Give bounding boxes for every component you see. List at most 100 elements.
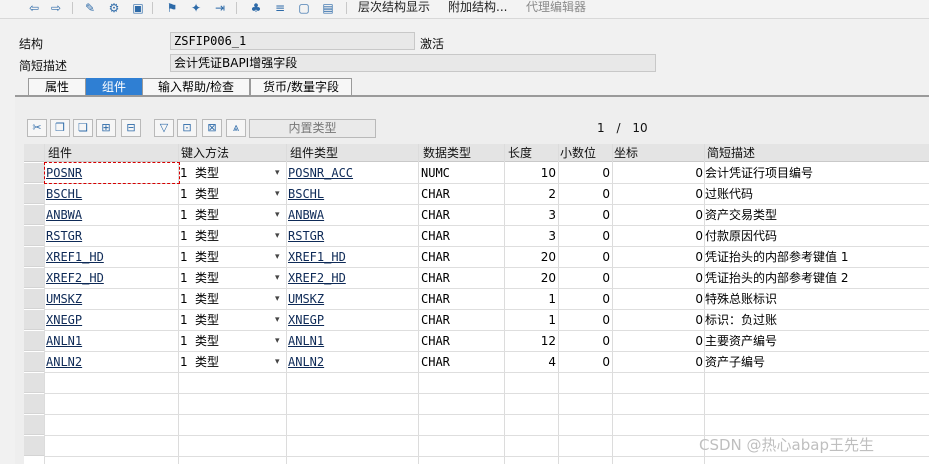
structure-name-field[interactable]: ZSFIP006_1 <box>170 32 415 50</box>
col-header-decimals[interactable]: 小数位 <box>560 144 596 162</box>
entry-method-cell[interactable]: 类型 <box>195 289 265 309</box>
doc-icon[interactable]: ▤ <box>320 1 336 15</box>
component-type-cell[interactable]: UMSKZ <box>288 289 416 309</box>
component-type-cell[interactable]: XREF2_HD <box>288 268 416 288</box>
row-selector[interactable] <box>24 331 44 351</box>
check-icon[interactable]: ⚑ <box>164 1 180 15</box>
component-name-cell[interactable]: XREF1_HD <box>46 247 176 267</box>
entry-method-cell[interactable]: 类型 <box>195 331 265 351</box>
col-header-component[interactable]: 组件 <box>48 144 72 162</box>
chevron-down-icon[interactable]: ▾ <box>275 268 280 288</box>
builtin-type-button[interactable]: 内置类型 <box>249 119 376 138</box>
short-desc-cell: 特殊总账标识 <box>705 292 778 306</box>
append-structure-button[interactable]: 附加结构... <box>448 0 507 16</box>
length-cell: 1 <box>548 292 556 306</box>
forward-arrow-icon[interactable]: ⇨ <box>48 1 64 15</box>
chevron-down-icon[interactable]: ▾ <box>275 331 280 351</box>
row-selector[interactable] <box>24 226 44 246</box>
first-page-icon[interactable]: ⊡ <box>177 119 197 137</box>
tab-components[interactable]: 组件 <box>86 78 142 95</box>
entry-method-cell[interactable]: 类型 <box>195 268 265 288</box>
chevron-down-icon[interactable]: ▾ <box>275 205 280 225</box>
component-name-cell[interactable]: ANLN2 <box>46 352 176 372</box>
chevron-down-icon[interactable]: ▾ <box>275 310 280 330</box>
component-name-cell[interactable]: RSTGR <box>46 226 176 246</box>
col-header-data-type[interactable]: 数据类型 <box>423 144 471 162</box>
entry-method-cell[interactable]: 类型 <box>195 163 265 183</box>
entry-method-cell[interactable]: 类型 <box>195 247 265 267</box>
chevron-down-icon[interactable]: ▾ <box>275 163 280 183</box>
component-type-cell[interactable]: ANBWA <box>288 205 416 225</box>
data-type-cell: NUMC <box>421 166 450 180</box>
length-cell: 3 <box>548 229 556 243</box>
filter-icon[interactable]: ▽ <box>154 119 174 137</box>
row-selector[interactable] <box>24 289 44 309</box>
chevron-down-icon[interactable]: ▾ <box>275 247 280 267</box>
component-type-cell[interactable]: ANLN2 <box>288 352 416 372</box>
copy-icon[interactable]: ❐ <box>50 119 70 137</box>
row-divider <box>44 372 929 373</box>
chevron-down-icon[interactable]: ▾ <box>275 352 280 372</box>
row-selector[interactable] <box>24 415 44 435</box>
hierarchy-icon[interactable]: ♣ <box>248 1 264 15</box>
row-selector[interactable] <box>24 394 44 414</box>
data-type-cell: CHAR <box>421 292 450 306</box>
up-icon[interactable]: ⩓ <box>226 119 246 137</box>
tab-currency-quantity[interactable]: 货币/数量字段 <box>250 78 352 95</box>
proxy-editor-button[interactable]: 代理编辑器 <box>526 0 586 16</box>
component-type-cell[interactable]: XNEGP <box>288 310 416 330</box>
component-type-cell[interactable]: POSNR_ACC <box>288 163 416 183</box>
row-selector[interactable] <box>24 373 44 393</box>
chevron-down-icon[interactable]: ▾ <box>275 289 280 309</box>
row-selector[interactable] <box>24 268 44 288</box>
col-header-component-type[interactable]: 组件类型 <box>290 144 338 162</box>
stack-icon[interactable]: ≡ <box>272 1 288 15</box>
back-arrow-icon[interactable]: ⇦ <box>26 1 42 15</box>
row-selector[interactable] <box>24 163 44 183</box>
chevron-down-icon[interactable]: ▾ <box>275 226 280 246</box>
col-header-length[interactable]: 长度 <box>508 144 532 162</box>
insert-row-icon[interactable]: ⊞ <box>96 119 116 137</box>
col-header-short-desc[interactable]: 简短描述 <box>707 144 755 162</box>
entry-method-cell[interactable]: 类型 <box>195 310 265 330</box>
short-desc-field[interactable]: 会计凭证BAPI增强字段 <box>170 54 656 72</box>
component-type-cell[interactable]: XREF1_HD <box>288 247 416 267</box>
other-object-icon[interactable]: ✎ <box>82 1 98 15</box>
entry-method-cell[interactable]: 类型 <box>195 184 265 204</box>
component-name-cell[interactable]: ANLN1 <box>46 331 176 351</box>
col-header-coordinate[interactable]: 坐标 <box>614 144 638 162</box>
entry-method-cell[interactable]: 类型 <box>195 352 265 372</box>
decimals-cell: 0 <box>602 250 610 264</box>
window-icon[interactable]: ▢ <box>296 1 312 15</box>
col-header-entry-method[interactable]: 键入方法 <box>181 144 229 162</box>
tab-attributes[interactable]: 属性 <box>28 78 86 95</box>
chevron-down-icon[interactable]: ▾ <box>275 184 280 204</box>
row-selector[interactable] <box>24 310 44 330</box>
component-name-cell[interactable]: BSCHL <box>46 184 176 204</box>
hierarchy-display-button[interactable]: 层次结构显示 <box>358 0 430 16</box>
wand-icon[interactable]: ✦ <box>188 1 204 15</box>
component-name-cell[interactable]: XREF2_HD <box>46 268 176 288</box>
tab-input-help[interactable]: 输入帮助/检查 <box>142 78 250 95</box>
row-selector[interactable] <box>24 436 44 456</box>
activate-icon[interactable]: ▣ <box>130 1 146 15</box>
entry-method-cell[interactable]: 类型 <box>195 205 265 225</box>
row-selector[interactable] <box>24 352 44 372</box>
row-divider <box>44 456 929 457</box>
row-selector[interactable] <box>24 184 44 204</box>
component-name-cell[interactable]: UMSKZ <box>46 289 176 309</box>
page-icon[interactable]: ⊠ <box>202 119 222 137</box>
component-type-cell[interactable]: BSCHL <box>288 184 416 204</box>
row-selector[interactable] <box>24 247 44 267</box>
cut-icon[interactable]: ✂ <box>27 119 47 137</box>
component-name-cell[interactable]: ANBWA <box>46 205 176 225</box>
component-type-cell[interactable]: ANLN1 <box>288 331 416 351</box>
delete-row-icon[interactable]: ⊟ <box>121 119 141 137</box>
row-selector[interactable] <box>24 205 44 225</box>
entry-method-cell[interactable]: 类型 <box>195 226 265 246</box>
component-name-cell[interactable]: XNEGP <box>46 310 176 330</box>
display-change-icon[interactable]: ⚙ <box>106 1 122 15</box>
component-type-cell[interactable]: RSTGR <box>288 226 416 246</box>
where-used-icon[interactable]: ⇥ <box>212 1 228 15</box>
paste-icon[interactable]: ❏ <box>73 119 93 137</box>
